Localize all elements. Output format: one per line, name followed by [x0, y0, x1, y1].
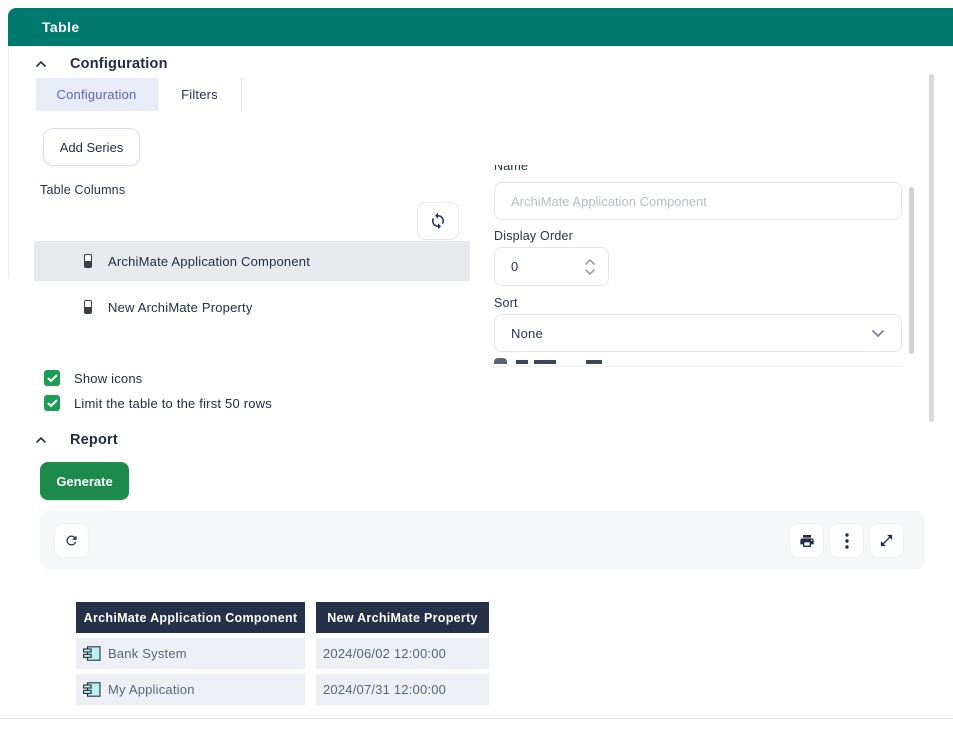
table-row-cell: 2024/06/02 12:00:00	[316, 638, 489, 669]
configuration-section-header: Configuration	[34, 56, 168, 72]
limit-rows-checkbox[interactable]	[44, 395, 60, 411]
display-order-label: Display Order	[494, 229, 573, 243]
table-column-item[interactable]: New ArchiMate Property	[34, 287, 470, 327]
cell-value: 2024/06/02 12:00:00	[323, 646, 446, 661]
page-scrollbar[interactable]	[929, 74, 934, 422]
collapse-report-icon[interactable]	[34, 433, 48, 447]
result-table-header-component: ArchiMate Application Component	[76, 602, 305, 633]
report-section-header: Report	[34, 432, 118, 448]
sync-columns-button[interactable]	[417, 202, 459, 240]
table-row-cell: My Application	[76, 674, 305, 705]
table-column-item-selected[interactable]: ArchiMate Application Component	[34, 241, 470, 281]
expand-icon	[879, 533, 894, 548]
display-order-stepper[interactable]: 0	[494, 247, 609, 286]
limit-rows-option: Limit the table to the first 50 rows	[44, 395, 272, 411]
sync-icon	[429, 212, 447, 230]
application-component-icon	[83, 646, 101, 661]
tab-filters[interactable]: Filters	[158, 78, 241, 111]
stepper-down-icon[interactable]	[584, 268, 596, 276]
more-options-button[interactable]	[830, 524, 863, 557]
tab-separator	[241, 78, 242, 111]
panel-divider	[490, 366, 902, 367]
application-component-icon	[83, 682, 101, 697]
name-input[interactable]	[494, 182, 902, 220]
show-icons-label: Show icons	[74, 371, 142, 386]
column-grip-icon	[84, 300, 92, 314]
add-series-button[interactable]: Add Series	[43, 128, 140, 166]
generate-button[interactable]: Generate	[40, 462, 129, 500]
column-grip-icon	[84, 254, 92, 268]
table-row-cell: Bank System	[76, 638, 305, 669]
page-bottom-border	[0, 718, 953, 719]
window-titlebar: Table	[8, 8, 953, 46]
expand-button[interactable]	[870, 524, 903, 557]
sort-label: Sort	[494, 296, 518, 310]
refresh-icon	[64, 533, 79, 548]
table-row-cell: 2024/07/31 12:00:00	[316, 674, 489, 705]
column-item-label: New ArchiMate Property	[108, 300, 253, 315]
show-icons-checkbox[interactable]	[44, 370, 60, 386]
name-field-label: Name	[494, 165, 614, 173]
card-border	[8, 46, 9, 278]
cell-value: My Application	[108, 682, 195, 697]
stepper-up-icon[interactable]	[584, 258, 596, 266]
column-item-label: ArchiMate Application Component	[108, 254, 310, 269]
report-section-title: Report	[70, 432, 118, 448]
report-toolbar	[40, 511, 925, 569]
print-icon	[799, 533, 815, 549]
refresh-button[interactable]	[55, 524, 88, 557]
limit-rows-label: Limit the table to the first 50 rows	[74, 396, 272, 411]
screen: Table Configuration Configuration Filter…	[0, 0, 953, 731]
configuration-section-title: Configuration	[70, 56, 168, 72]
clipped-form-row	[490, 358, 902, 364]
sort-selected-value: None	[511, 326, 543, 341]
cell-value: 2024/07/31 12:00:00	[323, 682, 446, 697]
name-field-wrap	[494, 182, 902, 220]
kebab-menu-icon	[845, 533, 849, 549]
print-button[interactable]	[790, 524, 823, 557]
tab-configuration[interactable]: Configuration	[36, 78, 157, 111]
gear-icon	[494, 358, 507, 364]
table-columns-label: Table Columns	[40, 183, 125, 197]
show-icons-option: Show icons	[44, 370, 142, 386]
collapse-configuration-icon[interactable]	[34, 57, 48, 71]
result-table-header-property: New ArchiMate Property	[316, 602, 489, 633]
panel-scrollbar[interactable]	[909, 187, 914, 354]
cell-value: Bank System	[108, 646, 187, 661]
display-order-value: 0	[495, 259, 584, 274]
sort-select[interactable]: None	[494, 314, 902, 352]
window-title: Table	[42, 19, 80, 35]
chevron-down-icon	[871, 328, 885, 338]
